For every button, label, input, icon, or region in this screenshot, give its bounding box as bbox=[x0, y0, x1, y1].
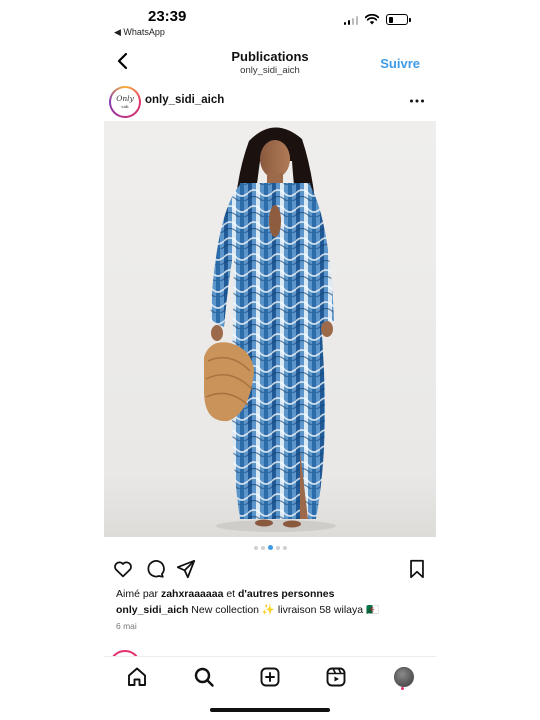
post-date: 6 mai bbox=[116, 621, 137, 631]
post-username[interactable]: only_sidi_aich bbox=[145, 94, 224, 106]
create-icon[interactable] bbox=[258, 665, 282, 689]
likes-user[interactable]: zahxraaaaaa bbox=[161, 588, 223, 600]
battery-icon bbox=[386, 14, 411, 25]
wifi-icon bbox=[365, 14, 379, 25]
page-header: Publications only_sidi_aich Suivre bbox=[104, 42, 436, 80]
carousel-dot bbox=[267, 545, 273, 550]
dress-model-illustration bbox=[204, 127, 336, 532]
bottom-tab-bar bbox=[104, 656, 436, 696]
carousel-indicator bbox=[104, 545, 436, 550]
more-horizontal-icon[interactable] bbox=[408, 92, 426, 110]
home-icon[interactable] bbox=[125, 665, 149, 689]
heart-icon[interactable] bbox=[112, 558, 134, 580]
carousel-dot bbox=[260, 545, 265, 550]
post-header: Only sidi only_sidi_aich bbox=[104, 86, 436, 118]
share-icon[interactable] bbox=[175, 558, 197, 580]
post-image[interactable] bbox=[104, 121, 436, 537]
caption-username[interactable]: only_sidi_aich bbox=[116, 604, 188, 616]
likes-line[interactable]: Aimé par zahxraaaaaa et d'autres personn… bbox=[116, 588, 334, 600]
status-time: 23:39 bbox=[148, 8, 187, 25]
carousel-dot bbox=[253, 545, 258, 550]
avatar[interactable]: Only sidi bbox=[109, 86, 141, 118]
signal-icon bbox=[343, 15, 358, 25]
home-indicator[interactable] bbox=[210, 708, 330, 712]
bookmark-icon[interactable] bbox=[406, 558, 428, 580]
carousel-dot bbox=[275, 545, 280, 550]
comment-icon[interactable] bbox=[144, 558, 166, 580]
instagram-screen: 23:39 ◀ WhatsApp Publications only_sidi_… bbox=[104, 0, 436, 720]
profile-avatar[interactable] bbox=[394, 667, 414, 687]
follow-button[interactable]: Suivre bbox=[380, 56, 420, 71]
notification-dot bbox=[401, 687, 404, 690]
status-icons bbox=[343, 14, 411, 25]
back-to-app-link[interactable]: ◀ WhatsApp bbox=[114, 27, 165, 38]
avatar-logo: Only sidi bbox=[116, 93, 134, 109]
likes-others[interactable]: d'autres personnes bbox=[238, 588, 334, 600]
caption-text: New collection ✨ livraison 58 wilaya 🇩🇿 bbox=[191, 604, 380, 616]
reels-icon[interactable] bbox=[324, 665, 348, 689]
post-actions bbox=[104, 558, 436, 582]
search-icon[interactable] bbox=[192, 665, 216, 689]
carousel-dot bbox=[282, 545, 287, 550]
post-caption: only_sidi_aich New collection ✨ livraiso… bbox=[116, 603, 379, 616]
